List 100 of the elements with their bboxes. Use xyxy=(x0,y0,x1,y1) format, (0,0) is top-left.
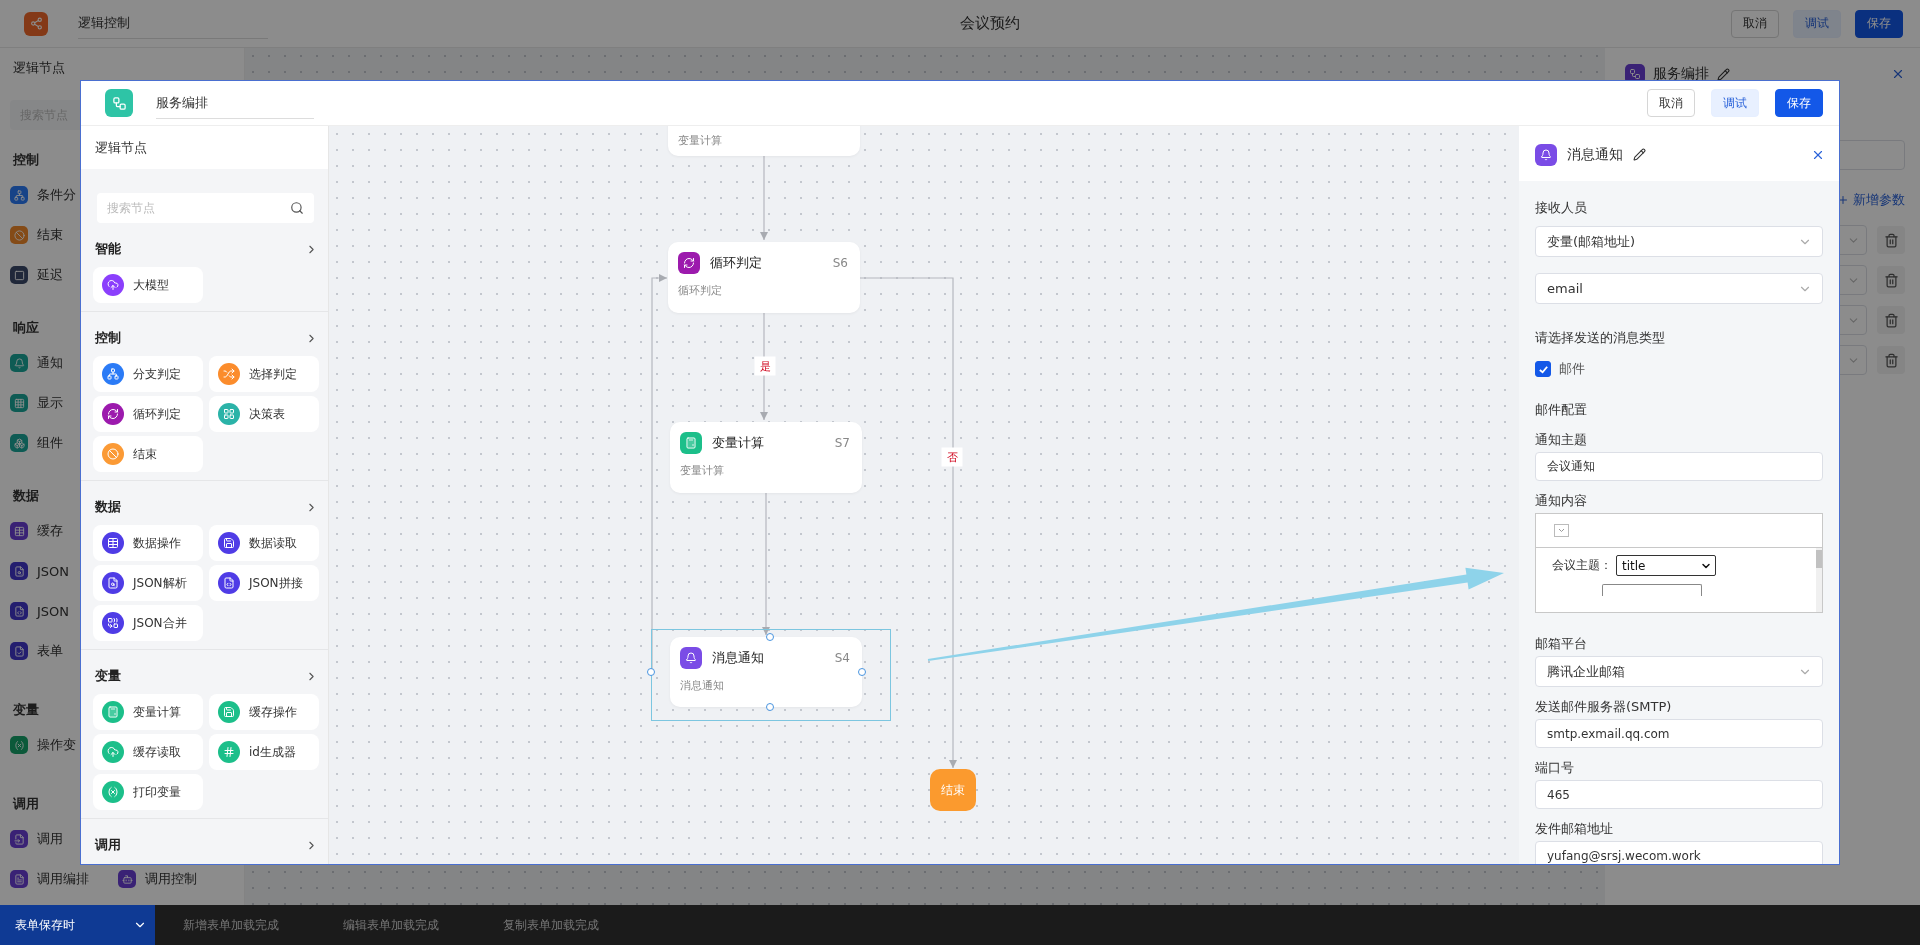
text-field[interactable]: 465 xyxy=(1535,780,1823,809)
node-type-icon xyxy=(10,266,28,284)
node-type-label[interactable]: 结束 xyxy=(37,226,63,244)
node-id: S7 xyxy=(834,436,850,450)
save-button[interactable]: 保存 xyxy=(1775,89,1823,117)
event-tab[interactable]: 复制表单加载完成 xyxy=(489,905,607,945)
field-label: 请选择发送的消息类型 xyxy=(1535,329,1665,347)
node-type-item[interactable]: 打印变量 xyxy=(93,774,203,810)
node-type-item[interactable]: 结束 xyxy=(93,436,203,472)
node-type-label[interactable]: 调用控制 xyxy=(145,870,197,888)
field-label: 通知内容 xyxy=(1535,492,1587,510)
plus-icon[interactable] xyxy=(1837,194,1849,206)
flow-node[interactable]: 变量计算 xyxy=(668,126,860,156)
node-subtitle: 变量计算 xyxy=(680,463,725,478)
debug-button[interactable]: 调试 xyxy=(1711,89,1759,117)
delete-button[interactable] xyxy=(1877,226,1905,254)
node-subtitle: 循环判定 xyxy=(678,283,723,298)
node-type-label[interactable]: 缓存 xyxy=(37,522,63,540)
node-type-label[interactable]: 调用 xyxy=(37,830,63,848)
node-type-label[interactable]: 条件分 xyxy=(37,186,76,204)
node-type-item[interactable]: JSON解析 xyxy=(93,565,203,601)
group-title: 变量 xyxy=(95,667,121,685)
add-parameter-link[interactable]: 新增参数 xyxy=(1853,191,1905,209)
check-icon xyxy=(1537,363,1549,375)
node-type-label[interactable]: 显示 xyxy=(37,394,63,412)
connection-handle[interactable] xyxy=(858,668,866,676)
title-field[interactable]: 逻辑控制 xyxy=(78,8,268,39)
node-type-label[interactable]: JSON xyxy=(37,563,70,579)
node-type-label[interactable]: 通知 xyxy=(37,354,63,372)
node-type-icon xyxy=(10,522,28,540)
editor-text: 会议主题： xyxy=(1552,557,1612,574)
text-field[interactable]: yufang@srsj.wecom.work xyxy=(1535,841,1823,864)
node-type-item[interactable]: id生成器 xyxy=(209,734,319,770)
select-field[interactable]: email xyxy=(1535,273,1823,304)
connection-handle[interactable] xyxy=(647,668,655,676)
group-title: 控制 xyxy=(95,329,121,347)
inline-select[interactable]: title xyxy=(1616,555,1716,576)
branch-label: 否 xyxy=(941,447,963,467)
node-type-item[interactable]: 决策表 xyxy=(209,396,319,432)
panel-title: 服务编排 xyxy=(1653,65,1709,83)
field-label: 邮箱平台 xyxy=(1535,635,1587,653)
node-type-item[interactable]: 变量计算 xyxy=(93,694,203,730)
text-field[interactable]: smtp.exmail.qq.com xyxy=(1535,719,1823,748)
delete-button[interactable] xyxy=(1877,266,1905,294)
group-title: 响应 xyxy=(13,319,39,337)
node-type-icon xyxy=(10,186,28,204)
node-type-item[interactable]: 循环判定 xyxy=(93,396,203,432)
rich-text-editor[interactable]: 会议主题： title xyxy=(1535,513,1823,613)
node-type-item[interactable]: JSON拼接 xyxy=(209,565,319,601)
close-icon[interactable] xyxy=(1891,67,1905,81)
cancel-button[interactable]: 取消 xyxy=(1731,9,1779,38)
node-type-item[interactable]: 数据操作 xyxy=(93,525,203,561)
select-field[interactable]: 变量(邮箱地址) xyxy=(1535,226,1823,257)
bell-icon xyxy=(1535,143,1557,166)
node-type-item[interactable]: JSON合并 xyxy=(93,605,203,641)
node-type-item[interactable]: 大模型 xyxy=(93,267,203,303)
checkbox[interactable] xyxy=(1535,361,1551,377)
node-type-icon xyxy=(10,830,28,848)
search-icon[interactable] xyxy=(290,201,304,215)
node-type-icon xyxy=(10,434,28,452)
inline-field[interactable] xyxy=(1602,584,1702,596)
flow-node[interactable]: 变量计算 S7 变量计算 xyxy=(670,422,862,493)
node-type-icon xyxy=(10,394,28,412)
panel-title: 逻辑节点 xyxy=(81,126,328,169)
node-type-item[interactable]: 选择判定 xyxy=(209,356,319,392)
node-type-item[interactable]: 缓存操作 xyxy=(209,694,319,730)
title-field[interactable]: 服务编排 xyxy=(156,87,314,119)
node-type-item[interactable]: 数据读取 xyxy=(209,525,319,561)
connection-handle[interactable] xyxy=(766,633,774,641)
edit-icon[interactable] xyxy=(1717,67,1730,81)
flow-node[interactable]: 消息通知 S4 消息通知 xyxy=(670,637,862,707)
scrollbar[interactable] xyxy=(1816,548,1822,612)
node-type-label[interactable]: 操作变 xyxy=(37,736,76,754)
node-subtitle: 变量计算 xyxy=(678,133,723,148)
save-button[interactable]: 保存 xyxy=(1855,9,1903,38)
select-field[interactable]: 腾讯企业邮箱 xyxy=(1535,656,1823,687)
cancel-button[interactable]: 取消 xyxy=(1647,89,1695,117)
edit-icon[interactable] xyxy=(1633,148,1646,161)
node-type-label[interactable]: 表单 xyxy=(37,642,63,660)
node-type-item[interactable]: 分支判定 xyxy=(93,356,203,392)
node-id: S4 xyxy=(834,651,850,665)
connection-handle[interactable] xyxy=(766,703,774,711)
node-type-label[interactable]: 组件 xyxy=(37,434,63,452)
node-type-label[interactable]: 延迟 xyxy=(37,266,63,284)
checkbox-label[interactable]: 邮件 xyxy=(1559,360,1585,378)
text-field[interactable]: 会议通知 xyxy=(1535,452,1823,481)
field-label: 发件邮箱地址 xyxy=(1535,820,1613,838)
delete-button[interactable] xyxy=(1877,306,1905,334)
dropdown-icon[interactable] xyxy=(1554,524,1569,537)
node-type-label[interactable]: 调用编排 xyxy=(37,870,89,888)
event-tab[interactable]: 表单保存时 xyxy=(0,905,155,945)
event-tab[interactable]: 新增表单加载完成 xyxy=(169,905,287,945)
node-type-icon xyxy=(10,642,28,660)
node-type-label[interactable]: JSON xyxy=(37,603,70,619)
group-title: 调用 xyxy=(95,836,121,854)
node-type-item[interactable]: 缓存读取 xyxy=(93,734,203,770)
event-tab[interactable]: 编辑表单加载完成 xyxy=(329,905,447,945)
delete-button[interactable] xyxy=(1877,346,1905,374)
flow-node[interactable]: 循环判定 S6 循环判定 xyxy=(668,242,860,313)
group-title: 数据 xyxy=(95,498,121,516)
